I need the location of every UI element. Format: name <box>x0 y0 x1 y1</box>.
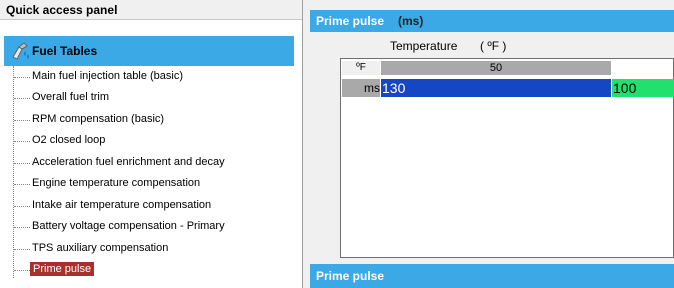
tree-item-label: Overall fuel trim <box>32 91 110 103</box>
tree-item-label: Intake air temperature compensation <box>32 199 212 211</box>
tree-root-fuel-tables[interactable]: Fuel Tables <box>4 36 294 66</box>
row-header[interactable]: ms <box>342 79 380 97</box>
tree-branch <box>14 184 30 185</box>
tree-root-label: Fuel Tables <box>32 44 98 58</box>
tree-branch <box>14 270 30 271</box>
tree-branch <box>14 163 30 164</box>
prime-pulse-editor: Prime pulse (ms) Temperature ( ºF ) ºF 5… <box>310 10 674 288</box>
table-cell[interactable]: 130 <box>381 79 611 97</box>
column-header[interactable]: 50 <box>381 61 611 75</box>
tree-branch <box>14 141 30 142</box>
tree-item-label: RPM compensation (basic) <box>32 113 165 125</box>
tree-branch <box>14 98 30 99</box>
tree-item-label: Battery voltage compensation - Primary <box>32 220 225 232</box>
bottom-panel-title: Prime pulse <box>316 269 385 283</box>
axis-label-text: Temperature <box>390 39 458 53</box>
tree-branch <box>14 206 30 207</box>
tree-item-label: Prime pulse <box>30 262 95 276</box>
bottom-panel-title-bar: Prime pulse <box>310 264 674 288</box>
quick-access-header: Quick access panel <box>0 0 302 20</box>
tree-item-label: O2 closed loop <box>32 134 106 146</box>
tree-branch <box>14 120 30 121</box>
axis-label: Temperature ( ºF ) <box>390 39 506 53</box>
axis-unit: ( ºF ) <box>480 39 507 53</box>
editor-unit: (ms) <box>398 14 424 28</box>
table-cell[interactable]: 100 <box>612 79 674 97</box>
tree-item-label: Acceleration fuel enrichment and decay <box>32 156 225 168</box>
tree-item-label: Main fuel injection table (basic) <box>32 70 184 82</box>
quick-access-title: Quick access panel <box>6 3 118 17</box>
tree-branch <box>14 249 30 250</box>
editor-title: Prime pulse <box>316 14 385 28</box>
tree-item-label: Engine temperature compensation <box>32 177 201 189</box>
tree-item-label: TPS auxiliary compensation <box>32 242 169 254</box>
quick-access-panel: Quick access panel Fuel Tables Main fuel… <box>0 0 303 288</box>
fuel-nozzle-icon <box>12 42 29 60</box>
tree-branch <box>14 227 30 228</box>
editor-title-bar: Prime pulse (ms) <box>310 10 674 32</box>
prime-pulse-table: ºF 50 ms 130 100 <box>340 58 674 258</box>
tree-branch <box>14 77 30 78</box>
table-corner: ºF <box>342 61 380 75</box>
